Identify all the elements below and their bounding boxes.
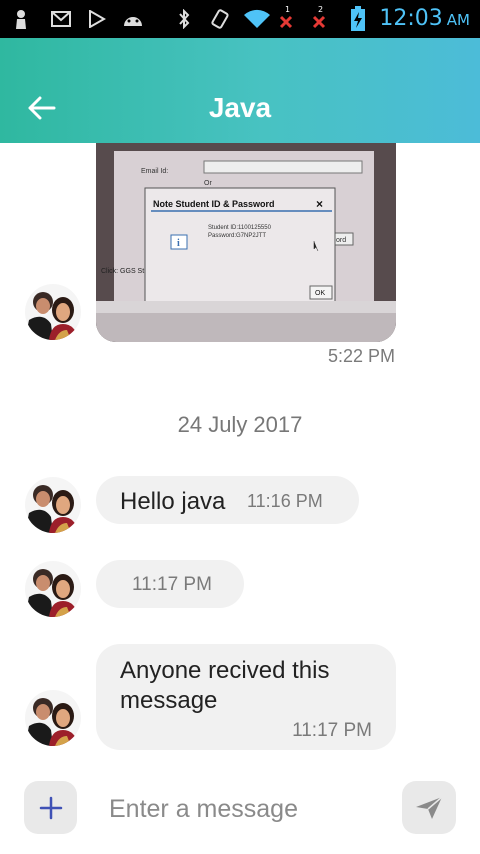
status-bar: 1 2 12:03 AM	[0, 0, 480, 38]
sender-avatar[interactable]	[25, 561, 81, 617]
bg-word-label: ord	[336, 237, 346, 244]
dialog-close: ×	[316, 197, 323, 211]
status-time: 12:03 AM	[379, 6, 470, 31]
dialog-title: Note Student ID & Password	[153, 199, 275, 209]
app-header: Java	[0, 38, 480, 143]
image-timestamp: 5:22 PM	[327, 346, 395, 366]
bg-click-label: Click: GGS Stu	[101, 268, 148, 275]
sim2-no-signal-icon: 2	[310, 5, 330, 29]
message-input[interactable]	[105, 790, 393, 828]
mail-icon	[50, 9, 72, 29]
message-bubble[interactable]: 11:17 PM	[96, 560, 244, 608]
android-icon	[122, 9, 144, 29]
play-store-icon	[86, 9, 108, 29]
sender-avatar[interactable]	[25, 477, 81, 533]
sim1-label: 1	[285, 5, 290, 14]
sim1-no-signal-icon: 1	[277, 5, 297, 29]
dialog-line-1: Student ID:1100125550	[208, 225, 272, 231]
send-icon	[416, 795, 443, 819]
message-timestamp: 11:17 PM	[292, 720, 372, 741]
wifi-icon	[243, 9, 271, 29]
shared-image[interactable]: Email Id: Or Click: GGS Stu ord Note Stu…	[96, 143, 396, 342]
sender-avatar[interactable]	[25, 690, 81, 746]
message-text: Anyone recived this message	[120, 657, 330, 714]
message-bubble[interactable]: Hello java 11:16 PM	[96, 476, 359, 524]
date-separator: 24 July 2017	[177, 412, 303, 437]
bg-email-label: Email Id:	[141, 168, 168, 175]
person-icon	[10, 9, 32, 29]
dialog-line-2: Password:G7NP2JTT	[208, 233, 266, 239]
chat-title: Java	[208, 92, 272, 123]
send-button[interactable]	[402, 781, 456, 834]
status-ampm: AM	[446, 11, 470, 29]
sim2-label: 2	[318, 5, 323, 14]
vibrate-icon	[209, 9, 231, 29]
message-bubble[interactable]: Anyone recived this message 11:17 PM	[96, 644, 396, 750]
dialog-ok: OK	[315, 290, 325, 297]
battery-charging-icon	[350, 6, 366, 32]
plus-icon	[39, 796, 62, 819]
bluetooth-icon	[173, 9, 195, 29]
svg-text:i: i	[177, 238, 180, 249]
message-timestamp: 11:16 PM	[247, 491, 323, 511]
sender-avatar[interactable]	[25, 284, 81, 340]
bg-or-label: Or	[204, 180, 212, 187]
message-text: Hello java	[120, 488, 226, 515]
add-attachment-button[interactable]	[24, 781, 77, 834]
message-timestamp: 11:17 PM	[132, 574, 212, 595]
